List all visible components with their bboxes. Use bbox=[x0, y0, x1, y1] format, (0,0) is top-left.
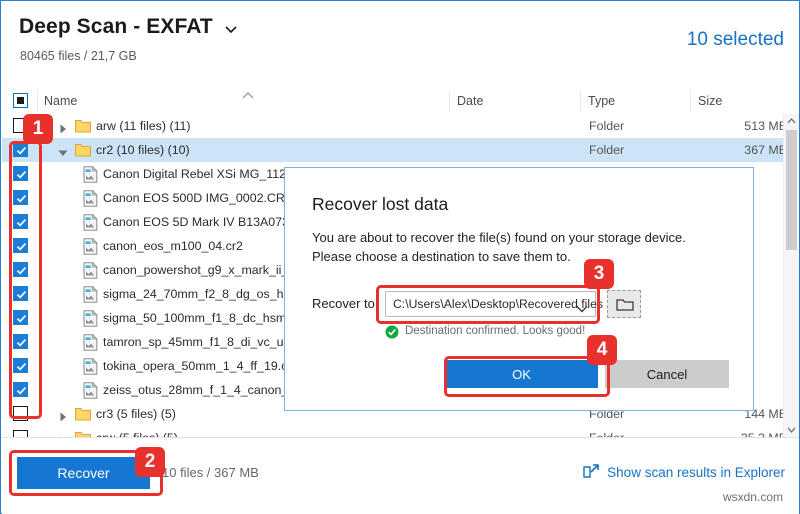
row-checkbox[interactable] bbox=[13, 406, 28, 421]
file-name: crw (5 files) (5) bbox=[96, 426, 178, 437]
destination-path-value: C:\Users\Alex\Desktop\Recovered files bbox=[393, 297, 603, 311]
raw-file-icon bbox=[83, 333, 98, 351]
file-name: Canon EOS 5D Mark IV B13A073 bbox=[103, 215, 289, 229]
row-checkbox-checked[interactable] bbox=[13, 262, 28, 277]
selection-summary: 10 files / 367 MB bbox=[162, 465, 259, 480]
raw-file-icon bbox=[83, 213, 98, 231]
raw-file-icon bbox=[83, 381, 98, 399]
column-header-date[interactable]: Date bbox=[457, 88, 483, 114]
file-name: cr3 (5 files) (5) bbox=[96, 407, 176, 421]
column-divider bbox=[580, 91, 581, 111]
sort-ascending-icon bbox=[242, 87, 254, 99]
row-checkbox[interactable] bbox=[13, 430, 28, 437]
footer-bar: Recover 10 files / 367 MB Show scan resu… bbox=[2, 437, 799, 514]
raw-file-icon bbox=[83, 309, 98, 327]
deep-scan-window: Deep Scan - EXFAT 80465 files / 21,7 GB … bbox=[0, 0, 800, 514]
check-circle-icon bbox=[385, 325, 399, 339]
cancel-button[interactable]: Cancel bbox=[605, 360, 729, 388]
column-divider bbox=[37, 91, 38, 111]
chevron-down-icon[interactable] bbox=[223, 21, 239, 37]
browse-folder-button[interactable] bbox=[607, 290, 641, 318]
file-size: 35,3 MB bbox=[602, 426, 787, 437]
file-name: sigma_50_100mm_f1_8_dc_hsm_ bbox=[103, 311, 294, 325]
row-checkbox-checked[interactable] bbox=[13, 166, 28, 181]
dialog-title: Recover lost data bbox=[312, 194, 449, 214]
dialog-body-text: You are about to recover the file(s) fou… bbox=[312, 230, 686, 264]
file-name: tokina_opera_50mm_1_4_ff_19.c bbox=[103, 359, 288, 373]
watermark: wsxdn.com bbox=[722, 490, 783, 504]
recover-button[interactable]: Recover bbox=[17, 457, 150, 489]
chevron-down-icon[interactable] bbox=[576, 300, 588, 318]
selected-count: 10 selected bbox=[686, 29, 784, 50]
row-checkbox-checked[interactable] bbox=[13, 142, 28, 157]
expand-arrow-closed-icon[interactable] bbox=[58, 121, 67, 134]
table-row[interactable]: arw (11 files) (11) Folder 513 MB bbox=[2, 114, 799, 138]
row-checkbox-checked[interactable] bbox=[13, 358, 28, 373]
select-all-checkbox[interactable] bbox=[13, 93, 28, 108]
file-name: Canon EOS 500D IMG_0002.CR2 bbox=[103, 191, 292, 205]
file-name: zeiss_otus_28mm_f_1_4_canon_e bbox=[103, 383, 296, 397]
table-row[interactable]: cr2 (10 files) (10) Folder 367 MB bbox=[2, 138, 799, 162]
file-name: canon_eos_m100_04.cr2 bbox=[103, 239, 243, 253]
row-checkbox-checked[interactable] bbox=[13, 310, 28, 325]
destination-path-combobox[interactable]: C:\Users\Alex\Desktop\Recovered files bbox=[385, 291, 603, 318]
recover-dialog: Recover lost data You are about to recov… bbox=[284, 167, 754, 411]
raw-file-icon bbox=[83, 261, 98, 279]
column-header-name[interactable]: Name bbox=[44, 88, 77, 114]
row-checkbox-checked[interactable] bbox=[13, 238, 28, 253]
destination-confirm-message: Destination confirmed. Looks good! bbox=[405, 325, 586, 337]
column-header-bar: Name Date Type Size bbox=[2, 88, 799, 115]
open-in-explorer-icon[interactable] bbox=[583, 464, 601, 480]
file-name: arw (11 files) (11) bbox=[96, 119, 191, 133]
raw-file-icon bbox=[83, 165, 98, 183]
row-checkbox-checked[interactable] bbox=[13, 334, 28, 349]
file-name: Canon Digital Rebel XSi MG_112 bbox=[103, 167, 286, 181]
file-size: 367 MB bbox=[744, 143, 787, 157]
row-checkbox-checked[interactable] bbox=[13, 382, 28, 397]
recover-to-label: Recover to bbox=[312, 296, 375, 311]
scrollbar-thumb[interactable] bbox=[786, 130, 797, 250]
raw-file-icon bbox=[83, 357, 98, 375]
scroll-up-icon[interactable] bbox=[784, 114, 799, 129]
raw-file-icon bbox=[83, 237, 98, 255]
file-name: cr2 (10 files) (10) bbox=[96, 143, 190, 157]
window-header: Deep Scan - EXFAT 80465 files / 21,7 GB … bbox=[1, 1, 799, 88]
column-divider bbox=[449, 91, 450, 111]
row-checkbox[interactable] bbox=[13, 118, 28, 133]
raw-file-icon bbox=[83, 285, 98, 303]
file-list-scrollbar[interactable] bbox=[783, 114, 799, 437]
row-checkbox-checked[interactable] bbox=[13, 286, 28, 301]
column-header-type[interactable]: Type bbox=[588, 88, 615, 114]
scroll-down-icon[interactable] bbox=[784, 422, 799, 437]
folder-icon bbox=[75, 119, 91, 133]
row-checkbox-checked[interactable] bbox=[13, 190, 28, 205]
row-checkbox-checked[interactable] bbox=[13, 214, 28, 229]
expand-arrow-open-icon[interactable] bbox=[58, 145, 68, 156]
file-name: sigma_24_70mm_f2_8_dg_os_hs bbox=[103, 287, 290, 301]
show-scan-results-link[interactable]: Show scan results in Explorer bbox=[607, 457, 785, 489]
raw-file-icon bbox=[83, 189, 98, 207]
expand-arrow-closed-icon[interactable] bbox=[58, 409, 67, 422]
folder-icon bbox=[75, 143, 91, 157]
column-divider bbox=[690, 91, 691, 111]
folder-icon bbox=[75, 407, 91, 421]
file-name: tamron_sp_45mm_f1_8_di_vc_us bbox=[103, 335, 290, 349]
scan-summary: 80465 files / 21,7 GB bbox=[20, 49, 137, 63]
title-dropdown[interactable]: Deep Scan - EXFAT bbox=[19, 15, 239, 39]
folder-browse-icon bbox=[616, 299, 634, 311]
column-header-size[interactable]: Size bbox=[698, 88, 722, 114]
file-size: 513 MB bbox=[744, 119, 787, 133]
table-row[interactable]: crw (5 files) (5)Folder35,3 MB bbox=[2, 426, 799, 437]
ok-button[interactable]: OK bbox=[445, 360, 598, 388]
page-title: Deep Scan - EXFAT bbox=[19, 15, 213, 38]
file-name: canon_powershot_g9_x_mark_ii_ bbox=[103, 263, 289, 277]
